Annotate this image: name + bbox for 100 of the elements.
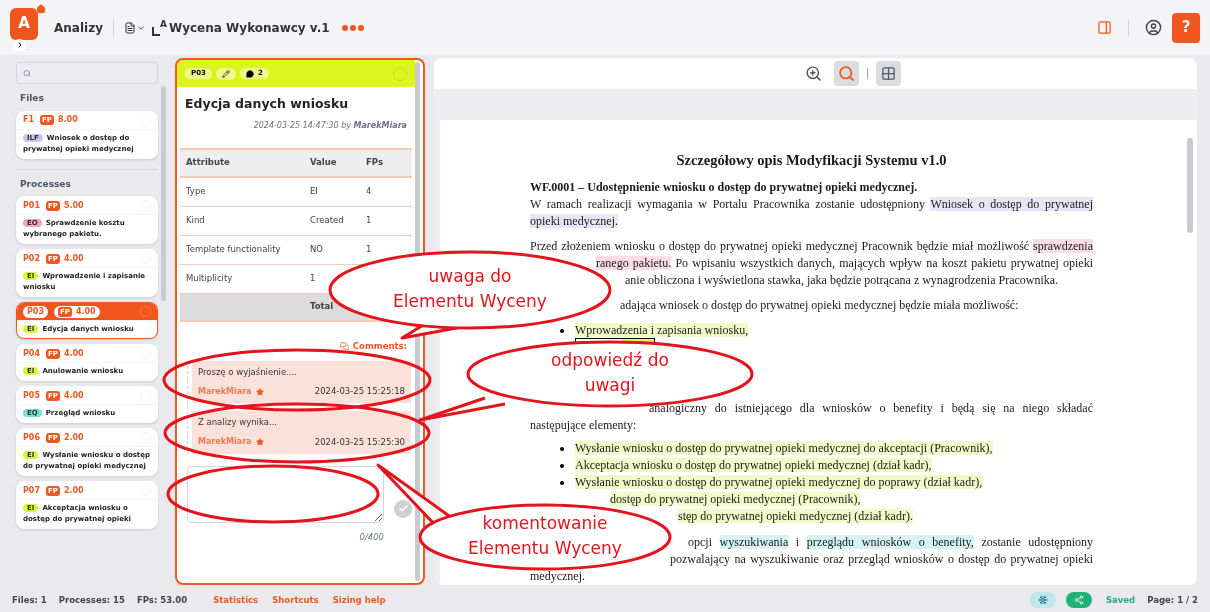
comment-text: Proszę o wyjaśnienie....	[198, 365, 298, 379]
freeze-button[interactable]	[1029, 592, 1056, 608]
table-cell: EI	[310, 186, 318, 197]
total-label: Total	[309, 300, 335, 314]
item-code: P04	[23, 347, 40, 360]
document-text: medycznej.	[530, 569, 585, 583]
item-code: P02	[23, 252, 40, 265]
highlighted-text: Wprowadzenia i zapisania wniosku,	[575, 323, 749, 337]
callout-text: uwaga do Elementu Wyceny	[392, 265, 548, 313]
status-stat: Processes: 15	[58, 593, 125, 607]
fp-value: 4.00	[63, 389, 84, 402]
fp-value: 2.00	[63, 484, 84, 497]
table-cell: Kind	[186, 215, 205, 226]
status-stat: FPs: 53.00	[136, 593, 188, 607]
table-cell: Template functionality	[186, 244, 281, 255]
zoom-icon	[804, 65, 822, 82]
comment-text: Z analizy wynika...	[198, 416, 279, 429]
document-text: adająca wniosek o dostęp do prywatnej opieki medycznej będzie miała możliwość:	[620, 298, 1019, 312]
document-text: analogiczny do istniejącego dla wniosków o benefity i będą się na niego składać	[649, 401, 1093, 415]
comment-author: MarekMiara	[198, 385, 252, 398]
snowflake-icon	[1037, 595, 1048, 605]
fp-value: 5.00	[63, 199, 84, 212]
comments-label: Comments:	[352, 339, 407, 353]
comment-icon	[245, 69, 254, 78]
char-counter: 0/400	[359, 531, 384, 542]
column-header: Value	[309, 156, 338, 170]
fp-value: 2.00	[63, 431, 84, 444]
highlighted-text: Wysłanie wniosku o dostęp do prywatnej opieki medycznej do akceptacji (Pracownik),	[575, 441, 993, 455]
tool-button[interactable]	[875, 61, 901, 86]
edit-button[interactable]	[215, 67, 236, 80]
edit-meta: 2024-03-25 14:47:30 by MarekMiara	[252, 119, 408, 132]
table-cell: Type	[186, 186, 206, 197]
table-cell: 1	[366, 244, 372, 255]
item-code: P01	[23, 199, 40, 212]
table-cell: 4	[366, 186, 372, 197]
item-code: P07	[23, 484, 40, 497]
document-text: zostanie udostępniony	[980, 535, 1093, 549]
document-title: Wycena Wykonawcy v.1	[168, 19, 330, 37]
fp-value: 4.00	[63, 347, 84, 360]
document-text: następujące elementy:	[530, 418, 637, 432]
fp-value: 4.00	[75, 305, 96, 318]
table-cell: Multiplicity	[186, 273, 233, 284]
highlighted-text: sprawdzenia	[1033, 239, 1093, 253]
grid-icon	[880, 66, 896, 81]
item-code: P03	[23, 305, 48, 318]
home-icon[interactable]	[36, 3, 46, 14]
document-text: Po wpisaniu wszystkich danych, mających wpływ na koszt pakietu prywatnej opieki	[674, 256, 1093, 270]
tool-button[interactable]	[833, 61, 859, 86]
fp-value: 4.00	[63, 252, 84, 265]
item-code: F1	[23, 114, 35, 126]
submit-button[interactable]	[394, 499, 412, 518]
page-indicator: Page: 1 / 2	[1147, 593, 1198, 607]
fp-value: 8.00	[57, 114, 78, 126]
document-text: WF.0001 – Udostępnienie wniosku o dostęp do prywatnej opieki medycznej.	[530, 180, 918, 194]
highlighted-text: opieki medycznej.	[530, 214, 618, 228]
search-icon	[23, 68, 32, 78]
share-button[interactable]	[1065, 592, 1092, 608]
column-header: FPs	[365, 156, 384, 170]
comments-icon	[339, 341, 349, 351]
section-title: Files	[19, 92, 45, 105]
column-header: Attribute	[185, 156, 231, 170]
highlighted-text: wyszukiwania	[719, 535, 789, 549]
pencil-icon	[221, 69, 230, 78]
comment-author: MarekMiara	[198, 436, 252, 449]
scrollbar[interactable]	[1187, 138, 1193, 233]
highlighted-text: ranego pakietu.	[596, 256, 672, 270]
app-name[interactable]: Analizy	[54, 18, 103, 37]
user-icon[interactable]	[1145, 19, 1162, 36]
highlighted-text: Wysłanie wniosku o dostęp do prywatnej opieki medycznej do poprawy (dział kadr),	[575, 475, 983, 489]
search-icon	[837, 65, 855, 82]
document-text: W ramach realizacji wymagania w Portalu Pracownika zostanie udostępniony	[530, 197, 926, 211]
highlighted-text: stęp do prywatnej opieki medycznej (dział kadr).	[678, 509, 913, 523]
table-cell: NO	[310, 244, 324, 255]
table-cell: Created	[310, 215, 344, 226]
star-icon	[255, 387, 264, 396]
panel-title: Edycja danych wniosku	[184, 95, 350, 113]
document-text: Przed złożeniem wniosku o dostęp do prywatnej opieki medycznej Pracownik będzie miał możliwość	[530, 239, 1031, 253]
comment-date: 2024-03-25 15:25:30	[314, 435, 405, 449]
save-status: Saved	[1105, 593, 1136, 607]
document-text: i	[794, 535, 801, 549]
item-code: P06	[23, 431, 40, 444]
table-cell: 1	[366, 215, 372, 226]
document-title: Szczegółowy opis Modyfikacji Systemu v1.0	[675, 152, 948, 169]
callout-text: odpowiedź do uwagi	[550, 349, 670, 397]
search-field[interactable]	[16, 62, 158, 84]
section-title: Processes	[19, 177, 72, 191]
highlighted-text: Wniosek o dostęp do prywatnej	[930, 197, 1093, 211]
check-icon	[397, 503, 409, 514]
panel-toggle-icon[interactable]	[1097, 20, 1112, 35]
table-cell: 1	[310, 273, 316, 284]
file-icon[interactable]	[123, 21, 136, 34]
more-icon[interactable]	[341, 24, 364, 31]
share-icon	[1073, 595, 1084, 605]
highlighted-text: przeglądu wniosków o benefity,	[806, 535, 974, 549]
highlighted-text: Akceptacja wniosku o dostęp do prywatnej opieki medycznej (dział kadr),	[575, 458, 932, 472]
star-icon	[255, 438, 264, 447]
document-text: pozwalający na wyszukiwanie oraz przegląd wniosków o dostęp do prywatnej opieki	[670, 552, 1093, 566]
status-stat: Files: 1	[12, 593, 47, 607]
scrollbar[interactable]	[161, 86, 166, 301]
comment-date: 2024-03-25 15:25:18	[314, 385, 405, 398]
